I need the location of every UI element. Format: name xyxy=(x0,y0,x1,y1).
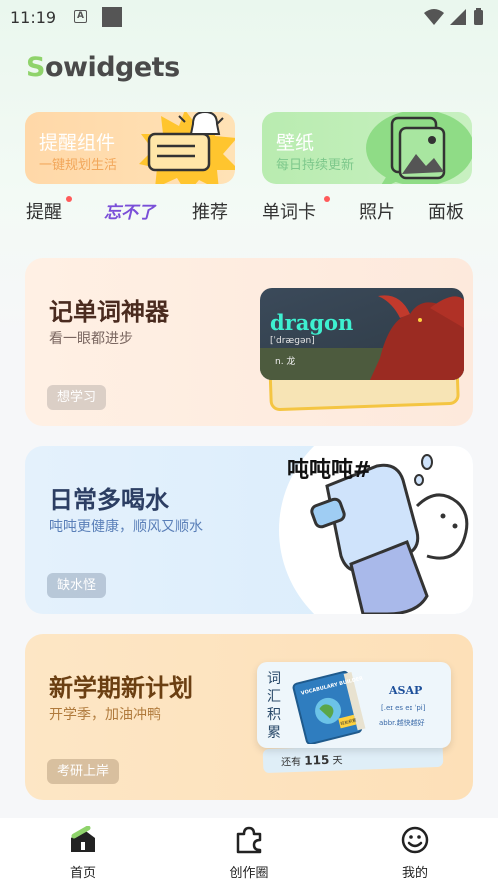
notification-icon xyxy=(102,7,122,27)
vocab-builder-card: 词汇积累 VOCABULARY BUILDER 轻松积累 ASAP [.eɪ e… xyxy=(257,662,451,748)
nav-profile-label: 我的 xyxy=(401,866,428,881)
category-tabs: 提醒 忘不了 推荐 单词卡 照片 面板 xyxy=(0,196,498,228)
feature-title: 日常多喝水 xyxy=(49,486,169,514)
logo-text: owidgets xyxy=(44,52,180,83)
vocab-word: ASAP xyxy=(389,684,423,697)
feature-card-semester[interactable]: 新学期新计划 开学季，加油冲鸭 考研上岸 还有 115 天 词汇积累 VOCAB… xyxy=(25,634,473,800)
vocab-meaning: n. 龙 xyxy=(275,357,296,367)
bottom-navigation: 首页 创作圈 我的 xyxy=(0,818,498,887)
remind-card-subtitle: 一键规划生活 xyxy=(39,158,118,173)
book-icon: VOCABULARY BUILDER 轻松积累 xyxy=(292,670,366,744)
tab-word-card[interactable]: 单词卡 xyxy=(262,198,316,224)
smiley-icon xyxy=(401,826,429,854)
feature-tag[interactable]: 想学习 xyxy=(47,385,107,410)
wallpaper-card[interactable]: 壁纸 每日持续更新 xyxy=(262,112,472,184)
accessibility-icon: A xyxy=(74,10,87,23)
feature-tag[interactable]: 缺水怪 xyxy=(47,573,107,598)
nav-profile[interactable]: 我的 xyxy=(370,826,460,881)
water-art-text: 吨吨吨# xyxy=(287,458,372,483)
nav-community-label: 创作圈 xyxy=(229,866,269,881)
bell-envelope-icon xyxy=(139,112,235,184)
wallpaper-card-title: 壁纸 xyxy=(276,132,315,154)
nav-home-label: 首页 xyxy=(69,866,96,881)
tab-word-card-notify-dot xyxy=(324,196,330,202)
app-logo: Sowidgets xyxy=(26,52,186,92)
tab-remind[interactable]: 提醒 xyxy=(26,198,62,224)
feature-card-vocab[interactable]: 记单词神器 看一眼都进步 想学习 dragon [ˈdræɡən] n. 龙 xyxy=(25,258,473,426)
tab-remind-notify-dot xyxy=(66,196,72,202)
feature-title: 新学期新计划 xyxy=(49,674,193,702)
battery-icon xyxy=(474,10,483,25)
feature-tag[interactable]: 考研上岸 xyxy=(47,759,120,784)
system-icons xyxy=(424,8,483,25)
status-time: 11:19 xyxy=(10,8,57,27)
remind-widget-card[interactable]: 提醒组件 一键规划生活 xyxy=(25,112,235,184)
vocab-word: dragon xyxy=(270,310,354,335)
signal-icon xyxy=(450,9,466,25)
dragon-word-card: dragon [ˈdræɡən] n. 龙 xyxy=(260,288,464,380)
vocab-ipa: [ˈdræɡən] xyxy=(270,336,315,346)
tab-recommend[interactable]: 推荐 xyxy=(192,198,228,224)
status-bar: 11:19 A xyxy=(0,0,498,34)
puzzle-icon xyxy=(236,826,262,854)
feature-subtitle: 吨吨更健康，顺风又顺水 xyxy=(49,519,203,535)
home-icon xyxy=(71,825,95,852)
wifi-icon xyxy=(424,9,444,25)
wallpaper-card-subtitle: 每日持续更新 xyxy=(276,158,355,173)
logo-s: S xyxy=(26,52,45,83)
tab-forget-not[interactable]: 忘不了 xyxy=(104,198,155,223)
vocab-ipa: [.eɪ es eɪ ˈpi] xyxy=(381,704,426,712)
feature-subtitle: 开学季，加油冲鸭 xyxy=(49,707,161,723)
tab-photo[interactable]: 照片 xyxy=(359,198,395,224)
picture-bubble-icon xyxy=(366,112,472,184)
vocab-meaning: abbr.越快越好 xyxy=(379,719,425,727)
feature-card-water[interactable]: 日常多喝水 吨吨更健康，顺风又顺水 缺水怪 吨吨吨# xyxy=(25,446,473,614)
nav-community[interactable]: 创作圈 xyxy=(204,826,294,881)
feature-subtitle: 看一眼都进步 xyxy=(49,331,133,347)
nav-home[interactable]: 首页 xyxy=(38,825,128,881)
remind-card-title: 提醒组件 xyxy=(39,132,116,154)
days-left-text: 还有 115 天 xyxy=(280,752,343,769)
feature-title: 记单词神器 xyxy=(49,298,169,326)
tab-panel[interactable]: 面板 xyxy=(428,198,464,224)
vocab-card-label: 词汇积累 xyxy=(267,671,281,741)
